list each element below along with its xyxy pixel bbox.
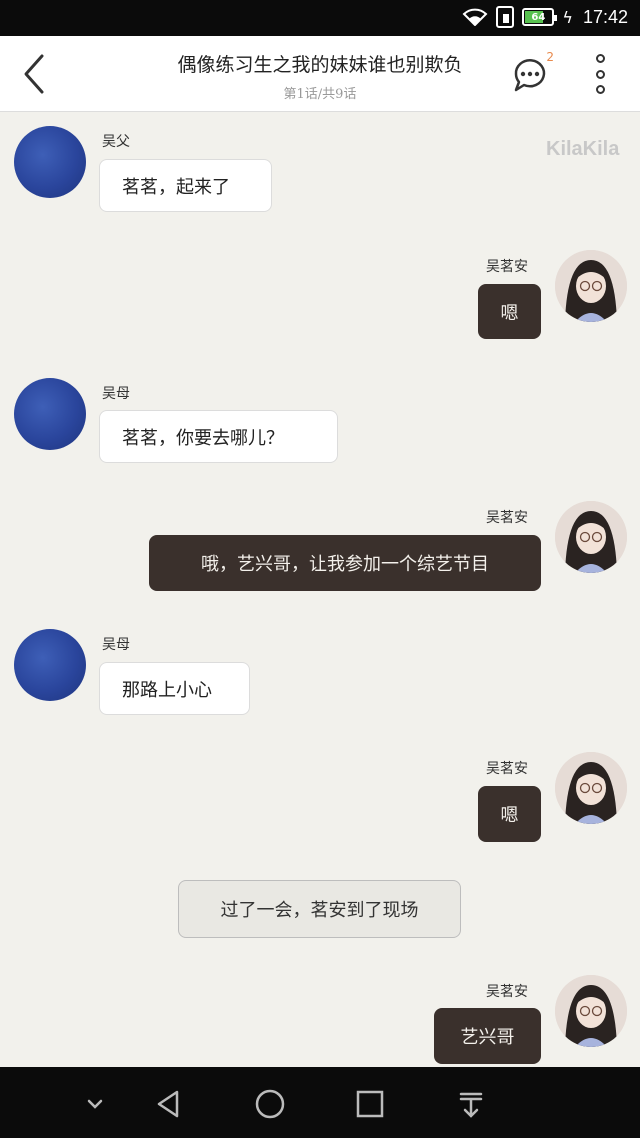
narration-box: 过了一会，茗安到了现场 (178, 880, 461, 938)
avatar-girl[interactable] (555, 250, 627, 322)
sender-name: 吴母 (102, 386, 130, 402)
status-bar: 64 ϟ 17:42 (0, 0, 640, 36)
nav-recent-button[interactable] (353, 1087, 387, 1121)
message-bubble: 那路上小心 (99, 662, 250, 715)
nav-home-icon (255, 1089, 285, 1119)
avatar-girl[interactable] (555, 975, 627, 1047)
status-time: 17:42 (582, 6, 628, 27)
top-bar: 偶像练习生之我的妹妹谁也别欺负 第1话/共9话 2 (0, 36, 640, 112)
system-nav-bar (0, 1067, 640, 1138)
back-button[interactable] (18, 52, 58, 96)
title-block: 偶像练习生之我的妹妹谁也别欺负 第1话/共9话 (150, 50, 490, 102)
comment-button[interactable]: 2 (510, 50, 554, 96)
message-bubble: 艺兴哥 (434, 1008, 541, 1064)
message-bubble: 茗茗，起来了 (99, 159, 272, 212)
nav-collapse-button[interactable] (78, 1087, 112, 1121)
nav-back-icon (157, 1090, 179, 1118)
message-bubble: 嗯 (478, 284, 541, 339)
comment-icon (514, 59, 546, 92)
message-bubble: 嗯 (478, 786, 541, 842)
avatar-girl[interactable] (555, 501, 627, 573)
nav-home-button[interactable] (253, 1087, 287, 1121)
avatar-father[interactable] (14, 126, 86, 198)
watermark-logo: KilaKila (546, 138, 620, 160)
chevron-down-icon (87, 1099, 103, 1109)
charging-icon: ϟ (562, 7, 573, 27)
sender-name: 吴母 (102, 637, 130, 653)
avatar-mother[interactable] (14, 629, 86, 701)
episode-indicator: 第1话/共9话 (283, 87, 357, 102)
battery-level: 64 (531, 11, 546, 23)
sender-name: 吴茗安 (486, 510, 528, 526)
nav-recent-icon (356, 1090, 384, 1118)
nav-download-button[interactable] (454, 1087, 488, 1121)
nav-back-button[interactable] (152, 1087, 186, 1121)
more-options-button[interactable] (588, 54, 612, 94)
message-bubble: 茗茗，你要去哪儿？ (99, 410, 338, 463)
sender-name: 吴父 (102, 134, 130, 150)
sender-name: 吴茗安 (486, 984, 528, 1000)
avatar-mother[interactable] (14, 378, 86, 450)
avatar-girl[interactable] (555, 752, 627, 824)
sim-icon (496, 6, 515, 28)
message-bubble: 哦，艺兴哥，让我参加一个综艺节目 (149, 535, 541, 591)
comment-count-badge: 2 (546, 50, 554, 64)
more-icon (595, 54, 605, 63)
sender-name: 吴茗安 (486, 761, 528, 777)
sender-name: 吴茗安 (486, 259, 528, 275)
wifi-icon (462, 8, 488, 27)
back-icon (24, 54, 44, 94)
nav-download-icon (459, 1092, 483, 1118)
page-title: 偶像练习生之我的妹妹谁也别欺负 (177, 54, 463, 76)
battery-icon: 64 (522, 8, 558, 26)
